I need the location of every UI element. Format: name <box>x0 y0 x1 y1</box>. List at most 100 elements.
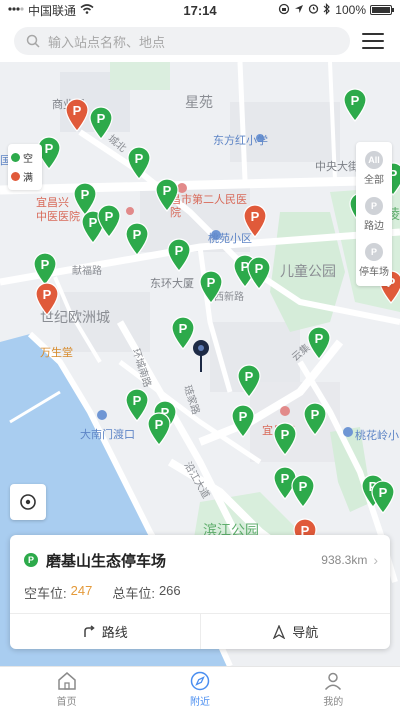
svg-text:P: P <box>105 209 114 224</box>
location-arrow-icon <box>294 3 304 17</box>
parking-pin-free[interactable]: P <box>124 222 150 256</box>
home-icon <box>57 672 76 690</box>
route-button[interactable]: 路线 <box>10 614 200 649</box>
filter-panel: All 全部 P 路边 P 停车场 <box>356 142 392 286</box>
svg-text:P: P <box>351 93 360 108</box>
parking-name: 磨基山生态停车场 <box>46 552 167 570</box>
svg-text:P: P <box>281 471 290 486</box>
map-label-wanshengtang: 万生堂 <box>40 347 73 359</box>
svg-text:P: P <box>311 407 320 422</box>
route-label: 路线 <box>101 625 128 640</box>
svg-text:P: P <box>239 409 248 424</box>
parking-pin-free[interactable]: P <box>290 474 316 508</box>
parking-pin-free[interactable]: P <box>306 326 332 360</box>
map-legend: 空 满 <box>8 144 42 190</box>
tab-home[interactable]: 首页 <box>0 667 133 711</box>
parking-pin-full[interactable]: P <box>34 282 60 316</box>
locate-button[interactable] <box>10 484 46 520</box>
parking-roadside-icon: P <box>365 196 383 215</box>
parking-info-card[interactable]: P 磨基山生态停车场 938.3km › 空车位: 247 总车位: 266 路… <box>10 535 390 649</box>
total-spaces-label: 总车位: <box>112 586 155 601</box>
tab-home-label: 首页 <box>56 697 77 708</box>
chevron-right-icon[interactable]: › <box>373 552 378 568</box>
parking-pin-free[interactable]: P <box>88 106 114 140</box>
tab-mine[interactable]: 我的 <box>267 667 400 711</box>
free-dot-icon <box>11 153 20 162</box>
wifi-icon <box>80 3 94 17</box>
svg-text:P: P <box>315 331 324 346</box>
svg-text:P: P <box>251 209 260 224</box>
svg-text:P: P <box>81 187 90 202</box>
parking-pin-free[interactable]: P <box>126 146 152 180</box>
parking-pin-free[interactable]: P <box>246 256 272 290</box>
parking-pin-full[interactable]: P <box>64 98 90 132</box>
navigate-label: 导航 <box>292 625 319 640</box>
parking-pin-free[interactable]: P <box>198 270 224 304</box>
parking-stats: 空车位: 247 总车位: 266 <box>24 583 181 602</box>
filter-lot-label: 停车场 <box>359 266 389 278</box>
signal-icon <box>8 3 24 17</box>
search-icon <box>26 34 40 48</box>
svg-text:P: P <box>155 417 164 432</box>
svg-text:P: P <box>41 257 50 272</box>
alarm-icon <box>308 3 319 17</box>
parking-pin-free[interactable]: P <box>236 364 262 398</box>
parking-pin-free[interactable]: P <box>32 252 58 286</box>
svg-text:P: P <box>245 369 254 384</box>
search-input[interactable]: 输入站点名称、地点 <box>14 27 350 55</box>
legend-item-full: 满 <box>11 167 39 186</box>
parking-pin-free[interactable]: P <box>96 204 122 238</box>
filter-lot-button[interactable]: P 停车场 <box>358 238 390 282</box>
tab-nearby[interactable]: 附近 <box>133 667 266 711</box>
filter-roadside-button[interactable]: P 路边 <box>358 192 390 236</box>
parking-icon: P <box>24 553 38 567</box>
locate-icon <box>20 494 36 510</box>
parking-pin-free[interactable]: P <box>302 402 328 436</box>
full-dot-icon <box>11 172 20 181</box>
tab-nearby-label: 附近 <box>189 697 210 708</box>
free-spaces-label: 空车位: <box>24 586 67 601</box>
parking-pin-free[interactable]: P <box>370 480 396 514</box>
filter-all-button[interactable]: All 全部 <box>358 146 390 190</box>
svg-text:P: P <box>133 393 142 408</box>
parking-pin-free[interactable]: P <box>166 238 192 272</box>
parking-pin-free[interactable]: P <box>272 422 298 456</box>
map-label-dierrenmin: 昌市第二人民医院 <box>170 194 247 219</box>
navigate-button[interactable]: 导航 <box>199 614 391 649</box>
svg-text:P: P <box>135 151 144 166</box>
total-spaces-value: 266 <box>158 583 181 598</box>
svg-text:P: P <box>179 321 188 336</box>
map-label-ertonggongyuan: 儿童公园 <box>280 263 336 279</box>
bluetooth-icon <box>323 2 331 18</box>
parking-pin-full[interactable]: P <box>242 204 268 238</box>
svg-text:P: P <box>379 485 388 500</box>
svg-text:P: P <box>163 183 172 198</box>
map-label-damenkou: 大南门渡口 <box>80 429 135 441</box>
svg-text:P: P <box>207 275 216 290</box>
map-label-xingyuan: 星苑 <box>185 94 213 110</box>
parking-pin-free[interactable]: P <box>146 412 172 446</box>
menu-icon <box>362 33 384 35</box>
parking-pin-free[interactable]: P <box>342 88 368 122</box>
map-label-dongfanghong: 东方红小学 <box>213 135 268 147</box>
battery-text: 100% <box>335 3 366 17</box>
parking-pin-free[interactable]: P <box>230 404 256 438</box>
legend-label-full: 满 <box>23 173 33 184</box>
map-label-zhongyang: 中央大街 <box>315 161 359 173</box>
parking-lot-icon: P <box>365 242 383 261</box>
map-label-taohualing: 桃花岭小 <box>355 430 399 442</box>
svg-text:P: P <box>73 103 82 118</box>
menu-button[interactable] <box>360 30 386 52</box>
map-label-dongshuan: 东环大厦 <box>150 278 194 290</box>
svg-text:P: P <box>45 141 54 156</box>
route-icon <box>83 624 95 637</box>
free-spaces-value: 247 <box>70 583 93 598</box>
svg-text:P: P <box>133 227 142 242</box>
svg-text:P: P <box>175 243 184 258</box>
search-placeholder: 输入站点名称、地点 <box>48 34 166 50</box>
svg-text:P: P <box>299 479 308 494</box>
svg-text:P: P <box>281 427 290 442</box>
parking-pin-free[interactable]: P <box>154 178 180 212</box>
svg-text:P: P <box>43 287 52 302</box>
rotation-lock-icon <box>278 3 290 18</box>
